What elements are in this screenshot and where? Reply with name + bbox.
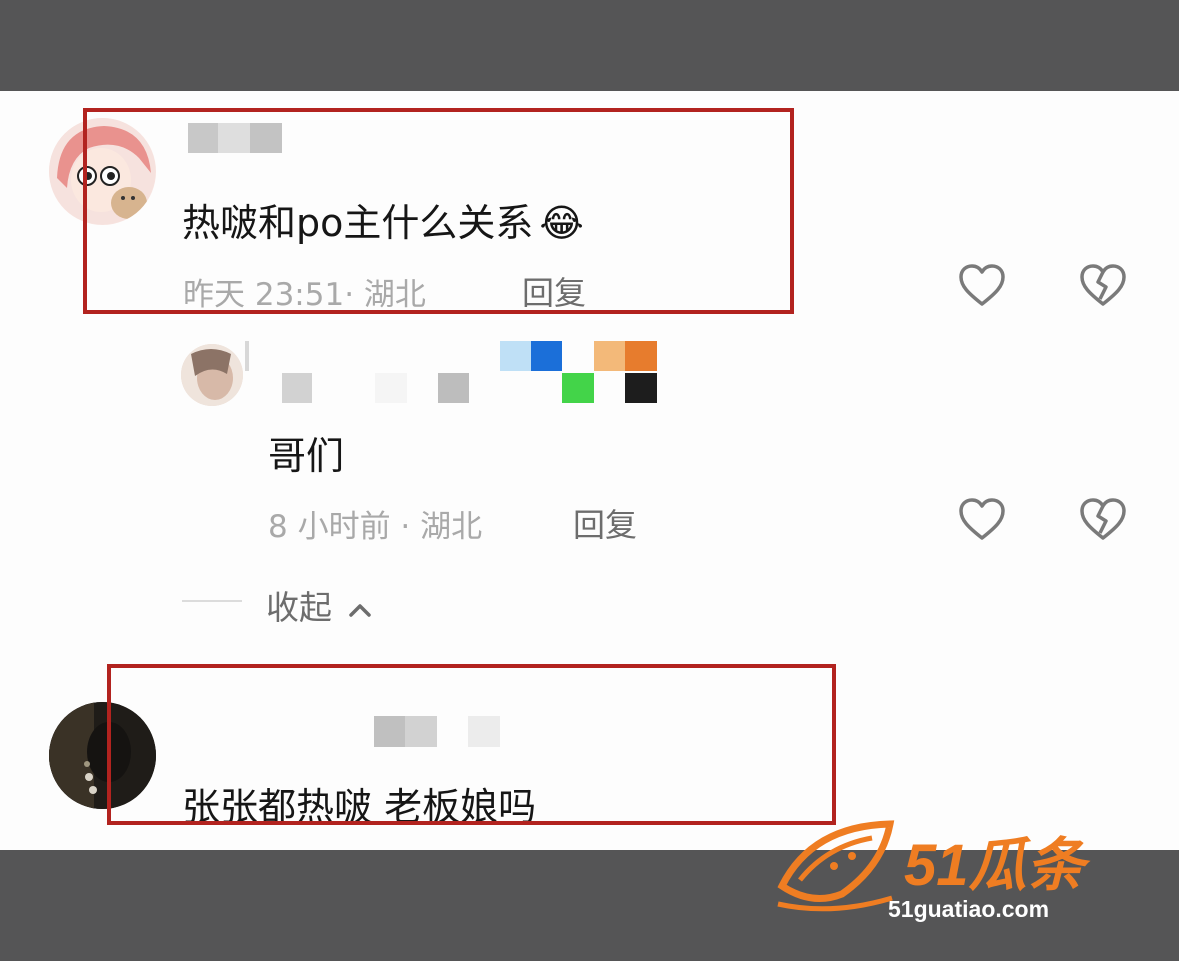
- chevron-up-icon: [348, 603, 371, 617]
- photo-avatar-icon: [181, 344, 243, 406]
- username-mosaic: [245, 341, 657, 403]
- top-dark-bar: [0, 0, 1179, 91]
- collapse-label: 收起: [266, 588, 332, 627]
- broken-heart-icon[interactable]: [1079, 263, 1127, 307]
- watermark-domain: 51guatiao.com: [888, 896, 1050, 922]
- user-avatar[interactable]: [181, 344, 243, 406]
- heart-outline-icon[interactable]: [958, 497, 1006, 541]
- heart-outline-icon[interactable]: [958, 263, 1006, 307]
- comment-time-location: 8 小时前 · 湖北: [268, 509, 483, 545]
- collapse-divider: [182, 600, 242, 602]
- comment-text: 哥们: [268, 434, 345, 478]
- reply-button[interactable]: 回复: [573, 500, 637, 546]
- watermark-logo: 51瓜条 51guatiao.com: [772, 816, 1142, 926]
- highlight-box: [83, 108, 794, 314]
- watermelon-logo-icon: [777, 820, 895, 912]
- highlight-box: [107, 664, 836, 825]
- collapse-replies-button[interactable]: 收起: [266, 581, 373, 629]
- watermark-logo-text: 51瓜条: [904, 833, 1085, 898]
- broken-heart-icon[interactable]: [1079, 497, 1127, 541]
